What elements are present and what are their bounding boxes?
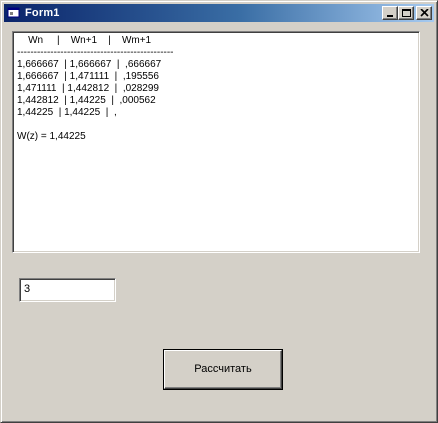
output-line: Wn | Wn+1 | Wm+1 [17,35,152,46]
output-textarea[interactable]: Wn | Wn+1 | Wm+1 -----------------------… [12,31,420,253]
output-line: 1,44225 | 1,44225 | , [17,107,117,118]
calculate-button[interactable]: Рассчитать [163,349,283,390]
number-input-value: 3 [24,283,31,295]
minimize-button[interactable] [382,6,398,20]
number-input[interactable]: 3 [19,278,116,302]
output-line: ----------------------------------------… [17,47,174,58]
form-window: Form1 Wn | Wn+1 | Wm+1 -----------------… [0,0,438,423]
title-bar[interactable]: Form1 [4,4,434,22]
minimize-icon [387,15,393,17]
output-line: 1,666667 | 1,666667 | ,666667 [17,59,162,70]
close-icon [420,9,429,17]
window-title: Form1 [25,7,60,19]
output-line: 1,666667 | 1,471111 | ,195556 [17,71,159,82]
output-line: 1,471111 | 1,442812 | ,028299 [17,83,159,94]
output-line: W(z) = 1,44225 [17,131,86,142]
maximize-button[interactable] [398,6,414,20]
close-button[interactable] [416,6,432,20]
output-text: Wn | Wn+1 | Wm+1 -----------------------… [17,35,174,143]
output-line: 1,442812 | 1,44225 | ,000562 [17,95,156,106]
maximize-icon [402,9,411,17]
calculate-button-label: Рассчитать [194,363,252,375]
form-icon [7,7,20,18]
